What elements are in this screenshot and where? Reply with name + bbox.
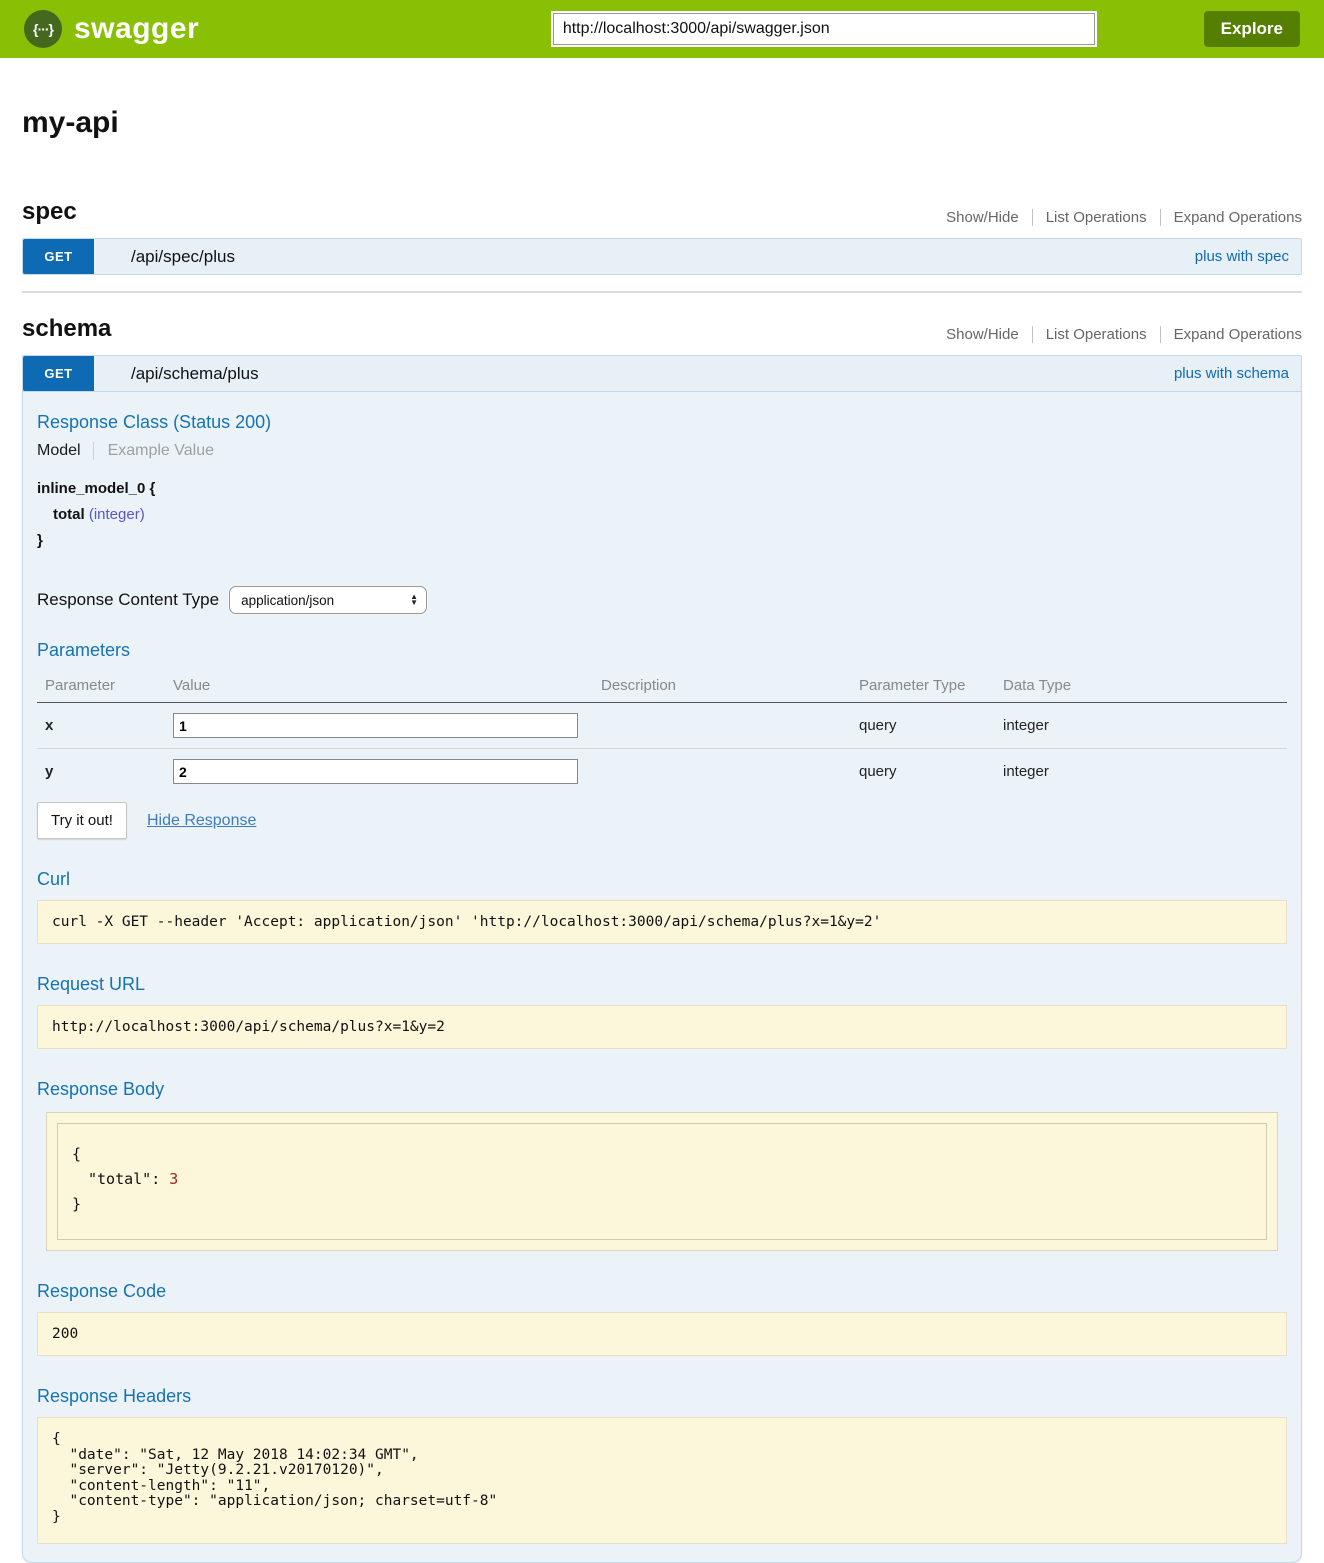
parameter-row-y: y query integer <box>37 749 1287 795</box>
column-header-parameter: Parameter <box>37 671 173 703</box>
response-code-heading: Response Code <box>37 1281 1287 1302</box>
response-content-type-select[interactable]: application/json ▲▼ <box>229 586 427 614</box>
response-body-heading: Response Body <box>37 1079 1287 1100</box>
operation-summary-spec[interactable]: plus with spec <box>1195 239 1301 274</box>
curl-heading: Curl <box>37 869 1287 890</box>
curl-command-box: curl -X GET --header 'Accept: applicatio… <box>37 900 1287 944</box>
parameter-type-x: query <box>859 703 1003 749</box>
parameter-type-y: query <box>859 749 1003 795</box>
operation-path-schema[interactable]: /api/schema/plus <box>94 356 1174 391</box>
spec-list-operations-link[interactable]: List Operations <box>1032 209 1160 226</box>
parameter-data-type-y: integer <box>1003 749 1287 795</box>
parameter-value-input-x[interactable] <box>173 713 578 738</box>
column-header-data-type: Data Type <box>1003 671 1287 703</box>
request-url-heading: Request URL <box>37 974 1287 995</box>
model-property-name: total <box>53 506 85 523</box>
column-header-parameter-type: Parameter Type <box>859 671 1003 703</box>
operation-path-spec[interactable]: /api/spec/plus <box>94 239 1195 274</box>
schema-list-operations-link[interactable]: List Operations <box>1032 326 1160 343</box>
brand[interactable]: {···} swagger <box>24 10 444 48</box>
get-method-button-spec[interactable]: GET <box>23 239 94 274</box>
response-class-heading: Response Class (Status 200) <box>37 412 1287 433</box>
resource-title-spec[interactable]: spec <box>22 198 77 226</box>
page-title: my-api <box>22 106 1302 140</box>
tab-model[interactable]: Model <box>37 442 93 460</box>
spec-show-hide-link[interactable]: Show/Hide <box>933 209 1032 226</box>
resource-divider <box>22 291 1302 293</box>
api-url-box <box>551 11 1097 47</box>
response-headers-box: { "date": "Sat, 12 May 2018 14:02:34 GMT… <box>37 1417 1287 1544</box>
spec-expand-operations-link[interactable]: Expand Operations <box>1160 209 1302 226</box>
response-headers-heading: Response Headers <box>37 1386 1287 1407</box>
request-url-box: http://localhost:3000/api/schema/plus?x=… <box>37 1005 1287 1049</box>
response-body-key: "total": <box>88 1170 160 1188</box>
resource-title-schema[interactable]: schema <box>22 315 111 343</box>
schema-show-hide-link[interactable]: Show/Hide <box>933 326 1032 343</box>
select-arrows-icon: ▲▼ <box>410 594 418 606</box>
topbar: {···} swagger Explore <box>0 0 1324 58</box>
model-close: } <box>37 528 1287 554</box>
try-it-out-button[interactable]: Try it out! <box>37 802 127 839</box>
model-property-type: (integer) <box>89 506 145 523</box>
model-tabs: Model Example Value <box>37 442 1287 460</box>
response-body-open-brace: { <box>72 1142 1252 1167</box>
operation-row-schema[interactable]: GET /api/schema/plus plus with schema <box>22 355 1302 392</box>
page: my-api spec Show/Hide List Operations Ex… <box>0 106 1324 1563</box>
parameters-heading: Parameters <box>37 640 1287 661</box>
api-url-input[interactable] <box>553 13 1095 45</box>
explore-button[interactable]: Explore <box>1204 11 1300 47</box>
hide-response-link[interactable]: Hide Response <box>147 812 256 830</box>
parameter-description-x <box>601 703 859 749</box>
parameter-description-y <box>601 749 859 795</box>
resource-header-schema: schema Show/Hide List Operations Expand … <box>22 315 1302 343</box>
get-method-button-schema[interactable]: GET <box>23 356 94 391</box>
operation-content-panel: Response Class (Status 200) Model Exampl… <box>22 392 1302 1563</box>
parameters-table: Parameter Value Description Parameter Ty… <box>37 671 1287 794</box>
response-body-close-brace: } <box>72 1192 1252 1217</box>
model-open: inline_model_0 { <box>37 476 1287 502</box>
response-content-type-value: application/json <box>241 593 334 608</box>
response-body-value: 3 <box>169 1170 178 1188</box>
operation-summary-schema[interactable]: plus with schema <box>1174 356 1301 391</box>
tab-example-value[interactable]: Example Value <box>93 442 214 460</box>
parameter-data-type-x: integer <box>1003 703 1287 749</box>
schema-expand-operations-link[interactable]: Expand Operations <box>1160 326 1302 343</box>
response-code-box: 200 <box>37 1312 1287 1356</box>
parameter-name-x: x <box>37 703 173 749</box>
resource-header-spec: spec Show/Hide List Operations Expand Op… <box>22 198 1302 226</box>
response-body-box: { "total": 3 } <box>46 1112 1278 1251</box>
response-content-type-label: Response Content Type <box>37 590 219 610</box>
model-signature: inline_model_0 { total (integer) } <box>37 476 1287 554</box>
brand-name: swagger <box>74 12 199 46</box>
parameter-row-x: x query integer <box>37 703 1287 749</box>
swagger-logo-icon: {···} <box>24 10 62 48</box>
operation-row-spec[interactable]: GET /api/spec/plus plus with spec <box>22 238 1302 275</box>
parameter-value-input-y[interactable] <box>173 759 578 784</box>
column-header-value: Value <box>173 671 601 703</box>
column-header-description: Description <box>601 671 859 703</box>
parameter-name-y: y <box>37 749 173 795</box>
